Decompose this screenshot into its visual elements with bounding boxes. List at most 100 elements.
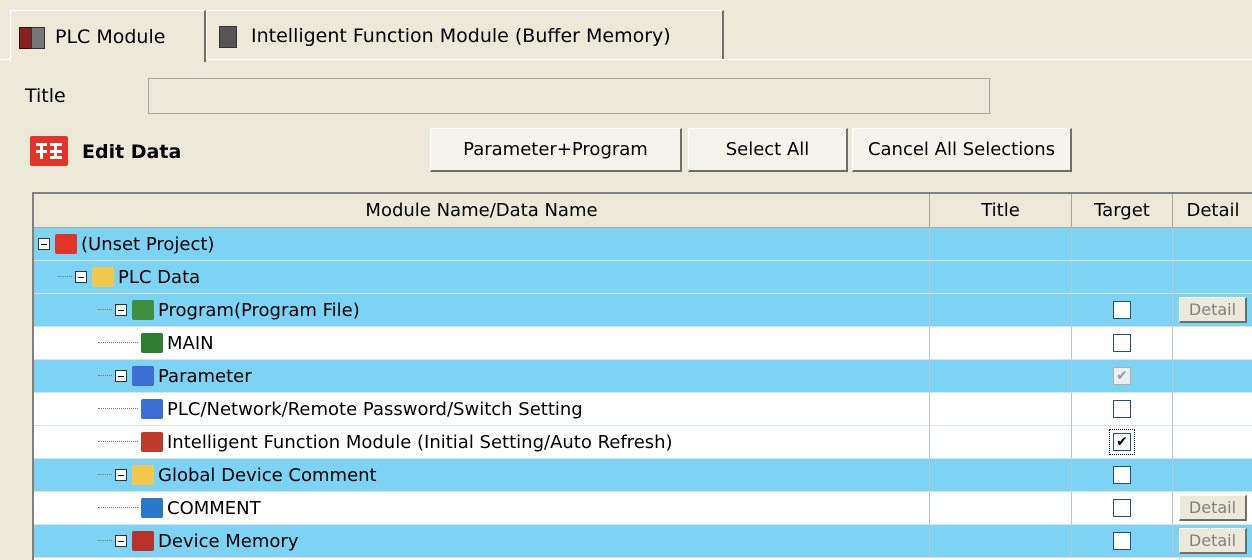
target-checkbox[interactable] <box>1113 466 1131 484</box>
project-glyph-icon <box>36 143 62 159</box>
cell-detail <box>1173 459 1252 492</box>
module-icon <box>141 432 163 452</box>
cell-title[interactable] <box>930 294 1072 327</box>
cancel-all-selections-button[interactable]: Cancel All Selections <box>852 128 1072 172</box>
cell-target <box>1072 327 1173 360</box>
cell-detail <box>1173 228 1252 261</box>
cell-name: Parameter <box>34 360 930 393</box>
cell-detail <box>1173 327 1252 360</box>
cell-title[interactable] <box>930 393 1072 426</box>
network-icon <box>141 399 163 419</box>
tree-connector <box>58 276 72 278</box>
parameter-program-button[interactable]: Parameter+Program <box>430 128 682 172</box>
table-row[interactable]: PLC/Network/Remote Password/Switch Setti… <box>34 393 1252 426</box>
row-label: Intelligent Function Module (Initial Set… <box>167 431 673 453</box>
row-label: Global Device Comment <box>158 464 377 486</box>
cell-name: Program(Program File) <box>34 294 930 327</box>
cell-target <box>1072 393 1173 426</box>
cell-title[interactable] <box>930 525 1072 558</box>
cancel-all-label: Cancel All Selections <box>867 139 1056 160</box>
row-label: Parameter <box>158 365 252 387</box>
row-label: PLC Data <box>118 266 201 288</box>
column-header-title[interactable]: Title <box>930 194 1072 228</box>
cell-title[interactable] <box>930 228 1072 261</box>
title-label: Title <box>25 85 66 107</box>
collapse-icon[interactable] <box>115 304 127 316</box>
tab-label: Intelligent Function Module (Buffer Memo… <box>251 24 671 47</box>
collapse-icon[interactable] <box>75 271 87 283</box>
intelligent-module-icon <box>215 24 241 48</box>
row-label: PLC/Network/Remote Password/Switch Setti… <box>167 398 583 420</box>
collapse-icon[interactable] <box>115 370 127 382</box>
cell-detail: Detail <box>1173 525 1252 558</box>
column-header-detail[interactable]: Detail <box>1173 194 1252 228</box>
detail-button[interactable]: Detail <box>1179 495 1247 521</box>
table-row[interactable]: Parameter ✔ <box>34 360 1252 393</box>
cell-title[interactable] <box>930 360 1072 393</box>
row-label: Program(Program File) <box>158 299 360 321</box>
cell-title[interactable] <box>930 261 1072 294</box>
cell-title[interactable] <box>930 426 1072 459</box>
title-input[interactable] <box>148 78 990 114</box>
tree-connector <box>98 342 138 344</box>
table-row[interactable]: Device Memory Detail <box>34 525 1252 558</box>
target-checkbox[interactable] <box>1113 400 1131 418</box>
tree-connector <box>98 540 112 542</box>
project-icon <box>55 234 77 254</box>
tree-connector <box>98 309 112 311</box>
cell-detail <box>1173 426 1252 459</box>
table-row[interactable]: Global Device Comment <box>34 459 1252 492</box>
folder-icon <box>132 465 154 485</box>
module-data-grid: Module Name/Data Name Title Target Detai… <box>32 192 1252 560</box>
table-row[interactable]: PLC Data <box>34 261 1252 294</box>
cell-target <box>1072 492 1173 525</box>
cell-detail <box>1173 261 1252 294</box>
cell-target <box>1072 228 1173 261</box>
row-label: Device Memory <box>158 530 299 552</box>
collapse-icon[interactable] <box>115 535 127 547</box>
select-all-button[interactable]: Select All <box>688 128 848 172</box>
cell-title[interactable] <box>930 492 1072 525</box>
column-header-target[interactable]: Target <box>1072 194 1173 228</box>
tree-connector <box>98 441 138 443</box>
cell-name: (Unset Project) <box>34 228 930 261</box>
cell-detail <box>1173 393 1252 426</box>
tab-label: PLC Module <box>55 25 166 48</box>
cell-detail: Detail <box>1173 294 1252 327</box>
collapse-icon[interactable] <box>115 469 127 481</box>
edit-data-icon <box>30 136 68 166</box>
detail-button[interactable]: Detail <box>1179 528 1247 554</box>
table-row[interactable]: Program(Program File) Detail <box>34 294 1252 327</box>
target-checkbox[interactable] <box>1113 301 1131 319</box>
program-icon <box>132 300 154 320</box>
target-checkbox[interactable] <box>1113 334 1131 352</box>
table-row[interactable]: COMMENT Detail <box>34 492 1252 525</box>
select-all-label: Select All <box>725 139 810 160</box>
collapse-icon[interactable] <box>38 238 50 250</box>
cell-title[interactable] <box>930 327 1072 360</box>
cell-title[interactable] <box>930 459 1072 492</box>
cell-target: ✔ <box>1072 426 1173 459</box>
table-row[interactable]: MAIN <box>34 327 1252 360</box>
table-row[interactable]: Intelligent Function Module (Initial Set… <box>34 426 1252 459</box>
table-row[interactable]: (Unset Project) <box>34 228 1252 261</box>
tab-intelligent-function-module[interactable]: Intelligent Function Module (Buffer Memo… <box>206 10 724 60</box>
target-checkbox[interactable] <box>1113 499 1131 517</box>
column-header-module-name[interactable]: Module Name/Data Name <box>34 194 930 228</box>
cell-target: ✔ <box>1072 360 1173 393</box>
tree-connector <box>98 507 138 509</box>
detail-button[interactable]: Detail <box>1179 297 1247 323</box>
program-file-icon <box>141 333 163 353</box>
cell-name: COMMENT <box>34 492 930 525</box>
tree-connector <box>98 408 138 410</box>
plc-module-icon <box>19 25 45 49</box>
parameter-program-label: Parameter+Program <box>463 139 648 160</box>
cell-target <box>1072 525 1173 558</box>
tab-plc-module[interactable]: PLC Module <box>10 10 206 62</box>
target-checkbox[interactable]: ✔ <box>1113 433 1131 451</box>
target-checkbox: ✔ <box>1113 367 1131 385</box>
row-label: COMMENT <box>167 497 261 519</box>
folder-icon <box>92 267 114 287</box>
target-checkbox[interactable] <box>1113 532 1131 550</box>
tree-connector <box>98 375 112 377</box>
